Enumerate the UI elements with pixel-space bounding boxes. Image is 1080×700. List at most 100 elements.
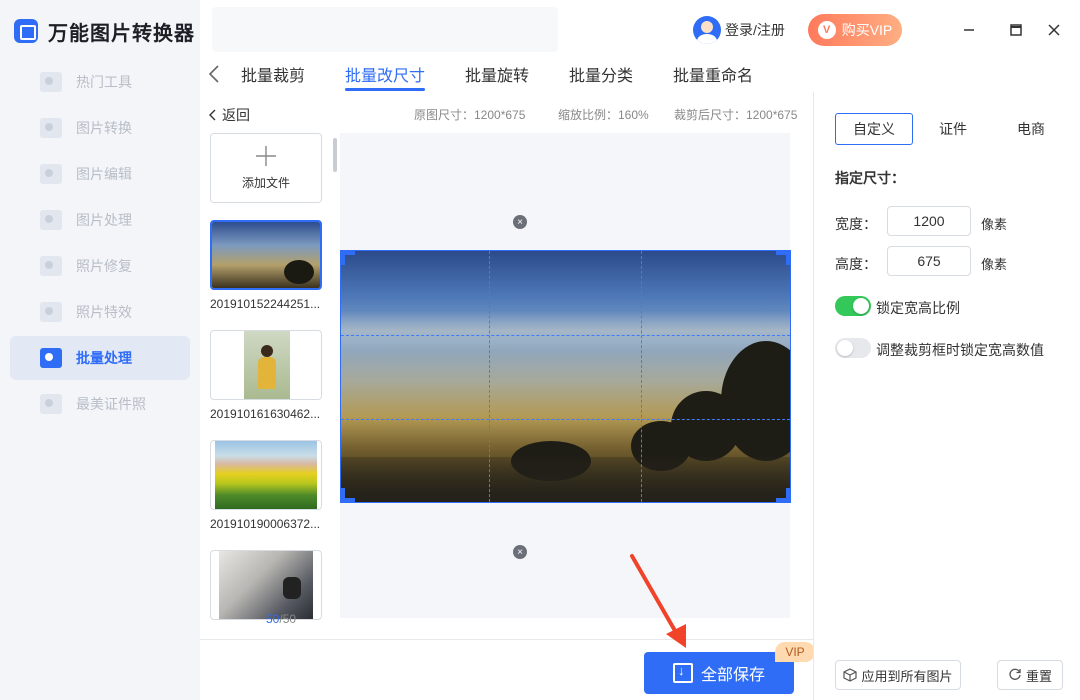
grid-line [489,251,490,502]
maximize-icon[interactable] [1004,18,1028,42]
login-register-button[interactable]: 登录/注册 [693,16,785,44]
save-all-button[interactable]: 全部保存 [644,652,794,694]
chevron-left-icon [209,109,216,121]
file-list-scrollbar[interactable] [333,138,337,172]
bottom-divider [200,639,813,640]
apply-to-all-button[interactable]: 应用到所有图片 [835,660,961,690]
lock-ratio-toggle[interactable] [835,296,871,316]
main-panel: 登录/注册 V 购买VIP 批量裁剪 批量改尺寸 批量旋转 批量分类 批量重命名… [200,0,1080,700]
app-title: 万能图片转换器 [48,22,195,45]
vip-badge: VIP [775,642,815,662]
file-counter: 50/50 [266,612,297,626]
tab-batch-rotate[interactable]: 批量旋转 [465,62,529,92]
width-input[interactable]: 1200 [887,206,971,236]
app-brand: 万能图片转换器 [14,16,195,46]
lock-ratio-label: 锁定宽高比例 [876,300,960,316]
sidebar-item-image-edit[interactable]: 图片编辑 [10,152,190,196]
sidebar: 万能图片转换器 热门工具 图片转换 图片编辑 图片处理 照片修复 照片特效 批量… [0,0,200,700]
file-name: 201910161630462... [210,407,321,421]
reset-icon [1009,668,1021,680]
save-all-label: 全部保存 [700,667,765,684]
settings-panel: 自定义 证件 电商 指定尺寸： 宽度： 1200 像素 高度： 675 像素 锁… [813,92,1080,700]
crop-handle-bottom-right[interactable] [776,488,790,502]
add-file-button[interactable]: 添加文件 [210,133,322,203]
id-photo-icon [40,394,62,414]
lock-crop-values-toggle[interactable] [835,338,871,358]
tab-batch-classify[interactable]: 批量分类 [569,62,633,92]
sidebar-item-photo-repair[interactable]: 照片修复 [10,244,190,288]
vip-icon: V [817,21,836,39]
reset-label: 重置 [1025,668,1052,684]
file-name: 201910152244251... [210,297,321,311]
apply-to-all-label: 应用到所有图片 [861,668,953,684]
download-icon [672,663,693,683]
sidebar-item-label: 图片转换 [76,120,132,136]
sidebar-item-batch-process[interactable]: 批量处理 [10,336,190,380]
size-section-title: 指定尺寸： [835,170,905,186]
crop-preview-image[interactable] [340,250,791,503]
grid-line [341,335,790,336]
width-unit: 像素 [981,217,1008,232]
mist-layer [341,311,790,351]
image-edit-icon [40,164,62,184]
tab-ecommerce[interactable]: 电商 [1002,113,1060,145]
sidebar-item-label: 照片特效 [76,304,132,320]
avatar-icon [693,16,721,44]
crop-handle-top-left[interactable] [341,251,355,265]
back-button[interactable]: 返回 [208,105,250,125]
batch-process-icon [40,348,62,368]
red-arrow-icon [630,554,686,648]
hot-tools-icon [40,72,62,92]
tabs-scroll-left-icon[interactable] [208,64,220,87]
sidebar-item-label: 热门工具 [76,74,132,90]
tab-custom[interactable]: 自定义 [835,113,913,145]
photo-repair-icon [40,256,62,276]
lock-crop-values-label: 调整裁剪框时锁定宽高数值 [876,342,1044,358]
plus-icon [255,145,277,170]
photo-effects-icon [40,302,62,322]
image-process-icon [40,210,62,230]
grid-line [341,419,790,420]
add-file-label: 添加文件 [241,176,290,190]
sidebar-item-label: 最美证件照 [76,396,146,412]
minimize-icon[interactable] [957,18,981,42]
ground-shadow [341,457,790,502]
app-logo-icon [14,19,38,43]
remove-file-icon[interactable]: × [513,215,527,229]
tab-batch-crop[interactable]: 批量裁剪 [241,62,305,92]
cube-icon [843,668,858,682]
sidebar-item-image-process[interactable]: 图片处理 [10,198,190,242]
file-thumbnail[interactable] [210,550,322,620]
close-icon[interactable] [1042,18,1066,42]
file-thumbnail[interactable] [210,440,322,510]
crop-handle-bottom-left[interactable] [341,488,355,502]
file-thumbnail[interactable] [210,330,322,400]
original-size-text: 原图尺寸：1200*675 [414,108,526,122]
tab-batch-resize[interactable]: 批量改尺寸 [345,62,426,92]
back-label: 返回 [222,107,250,123]
sidebar-item-label: 图片处理 [76,212,132,228]
cropped-size-text: 裁剪后尺寸：1200*675 [674,108,798,122]
sidebar-item-photo-effects[interactable]: 照片特效 [10,290,190,334]
height-label: 高度： [835,256,877,272]
tab-id-photo[interactable]: 证件 [924,113,982,145]
reset-button[interactable]: 重置 [997,660,1063,690]
height-input[interactable]: 675 [887,246,971,276]
sidebar-item-label: 批量处理 [76,350,132,366]
file-name: 201910190006372... [210,517,321,531]
height-unit: 像素 [981,257,1008,272]
sidebar-item-id-photo[interactable]: 最美证件照 [10,382,190,426]
buy-vip-button[interactable]: V 购买VIP [808,14,902,46]
sidebar-item-label: 照片修复 [76,258,132,274]
crop-handle-top-right[interactable] [776,251,790,265]
sidebar-item-hot-tools[interactable]: 热门工具 [10,60,190,104]
file-thumbnail[interactable] [210,220,322,290]
remove-file-icon[interactable]: × [513,545,527,559]
image-convert-icon [40,118,62,138]
width-label: 宽度： [835,216,877,232]
login-register-label: 登录/注册 [725,22,785,38]
tab-batch-rename[interactable]: 批量重命名 [673,62,753,92]
zoom-text: 缩放比例：160% [558,108,649,122]
sidebar-item-image-convert[interactable]: 图片转换 [10,106,190,150]
top-blank-bar [212,7,558,52]
